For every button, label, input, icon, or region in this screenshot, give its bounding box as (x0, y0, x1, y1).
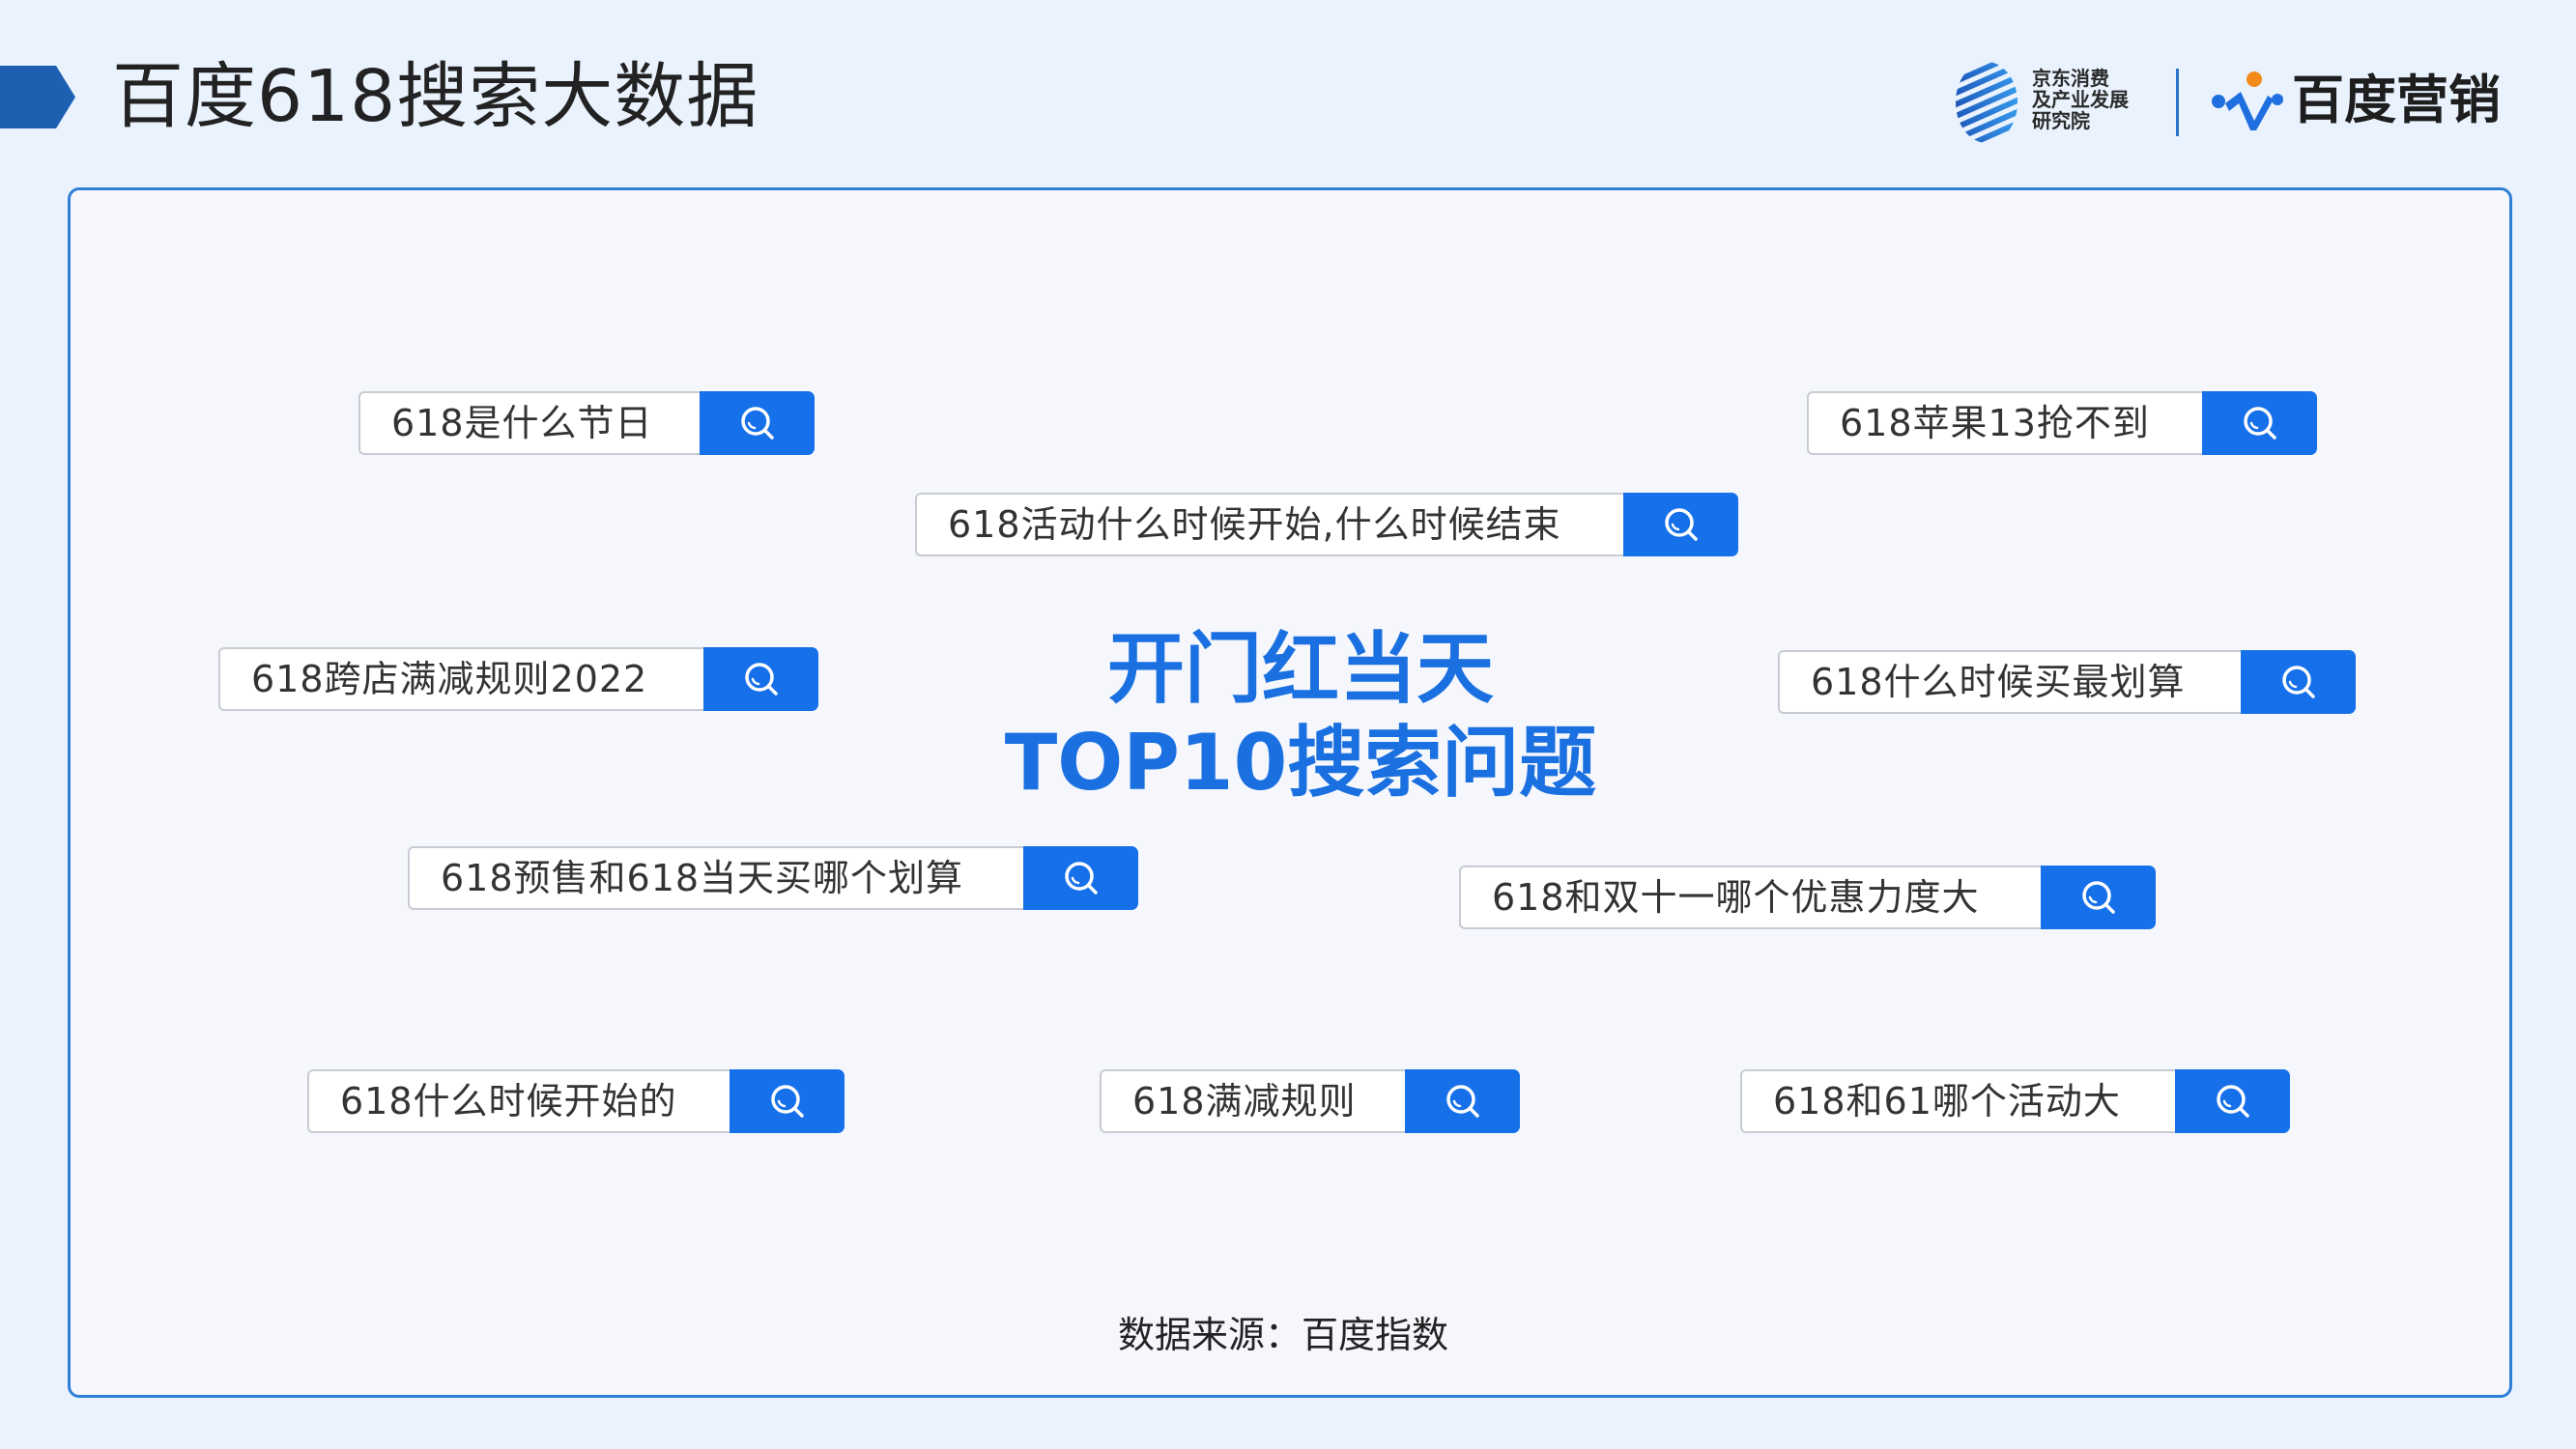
baidu-marketing-logo-icon (2212, 71, 2283, 130)
arrow-marker-icon (0, 66, 75, 128)
jd-stripes-logo-icon (1956, 62, 2018, 143)
search-query-text[interactable]: 618和61哪个活动大 (1740, 1069, 2175, 1133)
search-button[interactable] (2202, 391, 2317, 455)
search-button[interactable] (700, 391, 815, 455)
page-title: 百度618搜索大数据 (112, 55, 759, 138)
data-source-note: 数据来源：百度指数 (1117, 1314, 1448, 1356)
search-icon (2081, 881, 2115, 914)
search-box[interactable]: 618预售和618当天买哪个划算 (408, 846, 1138, 910)
logo-divider (2176, 69, 2179, 136)
jd-logo-line: 京东消费 (2032, 67, 2109, 90)
search-box[interactable]: 618什么时候买最划算 (1778, 650, 2356, 714)
search-query-text[interactable]: 618活动什么时候开始,什么时候结束 (915, 493, 1623, 556)
search-box[interactable]: 618和61哪个活动大 (1740, 1069, 2290, 1133)
search-query-text[interactable]: 618什么时候买最划算 (1778, 650, 2241, 714)
baidu-marketing-logo-text: 百度营销 (2292, 70, 2501, 130)
search-box[interactable]: 618满减规则 (1100, 1069, 1520, 1133)
search-button[interactable] (2241, 650, 2356, 714)
search-icon (1064, 862, 1098, 895)
search-button[interactable] (1623, 493, 1738, 556)
search-box[interactable]: 618什么时候开始的 (307, 1069, 844, 1133)
search-query-text[interactable]: 618和双十一哪个优惠力度大 (1459, 866, 2041, 929)
search-query-text[interactable]: 618苹果13抢不到 (1807, 391, 2202, 455)
jd-logo-line: 及产业发展 (2032, 88, 2129, 111)
search-icon (744, 663, 778, 696)
heading-line-2: TOP10搜索问题 (1004, 718, 1597, 808)
search-query-text[interactable]: 618跨店满减规则2022 (218, 647, 703, 711)
search-button[interactable] (1023, 846, 1138, 910)
search-query-text[interactable]: 618预售和618当天买哪个划算 (408, 846, 1023, 910)
search-button[interactable] (2175, 1069, 2290, 1133)
search-icon (770, 1085, 804, 1118)
search-button[interactable] (703, 647, 818, 711)
search-icon (2243, 407, 2276, 440)
search-query-text[interactable]: 618满减规则 (1100, 1069, 1405, 1133)
search-box[interactable]: 618苹果13抢不到 (1807, 391, 2317, 455)
search-button[interactable] (1405, 1069, 1520, 1133)
search-icon (740, 407, 774, 440)
search-button[interactable] (2041, 866, 2156, 929)
search-query-text[interactable]: 618什么时候开始的 (307, 1069, 730, 1133)
search-icon (2216, 1085, 2249, 1118)
search-box[interactable]: 618是什么节日 (358, 391, 815, 455)
search-box[interactable]: 618和双十一哪个优惠力度大 (1459, 866, 2156, 929)
search-button[interactable] (730, 1069, 844, 1133)
search-box[interactable]: 618跨店满减规则2022 (218, 647, 818, 711)
heading-line-1: 开门红当天 (1107, 624, 1494, 714)
search-icon (2281, 666, 2315, 698)
search-icon (1664, 508, 1698, 541)
search-box[interactable]: 618活动什么时候开始,什么时候结束 (915, 493, 1738, 556)
search-icon (1445, 1085, 1479, 1118)
center-heading: 开门红当天 TOP10搜索问题 (914, 622, 1687, 810)
jd-institute-logo-text: 京东消费 及产业发展 研究院 (2032, 68, 2158, 131)
jd-logo-line: 研究院 (2032, 109, 2090, 132)
search-query-text[interactable]: 618是什么节日 (358, 391, 700, 455)
